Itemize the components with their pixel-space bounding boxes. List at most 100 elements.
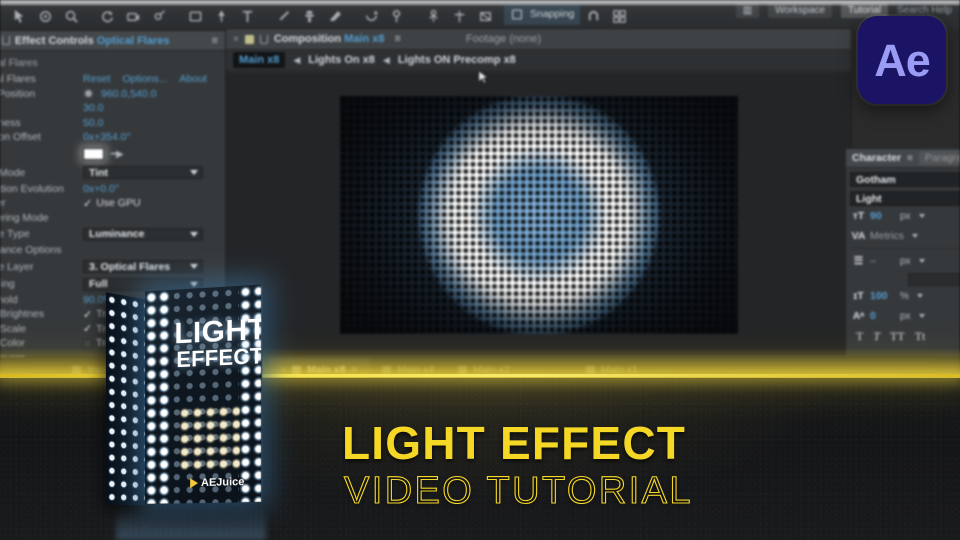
value-animation-evolution[interactable]: 0x+0.0° — [83, 183, 119, 195]
font-family-value: Gotham — [856, 173, 896, 186]
brand-name: AEJuice — [201, 476, 245, 490]
eyedropper-icon[interactable]: ━▶ — [111, 149, 124, 160]
mouse-cursor-icon — [478, 70, 488, 84]
mask-rect-tool-icon[interactable] — [182, 6, 208, 26]
font-style-dropdown[interactable]: Light ▼ — [850, 191, 960, 206]
font-size-row: ᴛT 90 px — [846, 206, 960, 226]
close-icon[interactable]: × — [233, 34, 239, 45]
workspace-label[interactable]: Workspace — [768, 3, 832, 18]
roto-brush-tool-icon[interactable] — [358, 6, 384, 26]
about-link[interactable]: About — [179, 73, 206, 85]
breadcrumb-item-lights-on-precomp-x8[interactable]: Lights ON Precomp x8 — [398, 54, 516, 66]
chevron-down-icon[interactable] — [918, 314, 925, 318]
row-animation-evolution: Animation Evolution 0x+0.0° — [0, 182, 225, 197]
snapping-toggle[interactable]: Snapping — [504, 3, 581, 25]
panel-menu-icon[interactable]: ≡ — [907, 153, 913, 164]
chevron-down-icon[interactable] — [911, 234, 918, 238]
value-rotation-offset[interactable]: 0x+354.0° — [83, 131, 131, 143]
font-size-value[interactable]: 90 — [870, 210, 896, 222]
breadcrumb-item-main-x8[interactable]: Main x8 — [233, 52, 286, 68]
type-tool-icon[interactable] — [234, 6, 260, 26]
reset-link[interactable]: Reset — [83, 73, 110, 85]
magnet-icon[interactable] — [580, 6, 606, 26]
zoom-tool-icon[interactable] — [58, 6, 84, 26]
baseline-shift-value[interactable]: 0 — [870, 310, 896, 322]
tab-footage[interactable]: Footage (none) — [466, 33, 541, 45]
workspace-icon-chip[interactable]: ▥ — [735, 3, 760, 18]
composition-tabbar: × Composition Main x8 ≡ Footage (none) — [226, 29, 851, 50]
pen-tool-icon[interactable] — [208, 6, 234, 26]
row-use-gpu: Render ✓ Use GPU — [0, 196, 225, 211]
lock-icon[interactable] — [259, 34, 268, 44]
camera-tool-icon[interactable] — [120, 6, 146, 26]
baseline-shift-row: Aᵃ 0 px — [846, 306, 960, 326]
all-caps-button[interactable]: TT — [890, 329, 905, 344]
position-picker-icon[interactable] — [83, 88, 94, 100]
chevron-down-icon[interactable] — [918, 259, 925, 263]
after-effects-logo: Ae — [858, 16, 946, 104]
options-link[interactable]: Options... — [122, 73, 167, 85]
label-rotation-offset: Rotation Offset — [0, 131, 41, 144]
character-tab[interactable]: Character — [852, 152, 901, 164]
breadcrumb-item-lights-on-x8[interactable]: Lights On x8 — [308, 54, 375, 66]
eraser-tool-icon[interactable] — [322, 6, 348, 26]
selection-tool-icon[interactable] — [6, 6, 32, 26]
row-rendering-mode: Rendering Mode — [0, 211, 225, 226]
dropdown-color-mode[interactable]: Tint — [83, 166, 203, 179]
row-source-type: Source Type Luminance — [0, 225, 225, 243]
tab-composition[interactable]: Composition Main x8 — [274, 33, 385, 45]
dropdown-source-type[interactable]: Luminance — [83, 227, 203, 241]
paragraph-tab[interactable]: Paragraph — [918, 151, 960, 165]
dropdown-source-layer[interactable]: 3. Optical Flares — [83, 260, 203, 273]
front-led-warm-cluster — [178, 404, 240, 473]
effect-controls-header: × Effect Controls Optical Flares ≡ — [0, 31, 225, 51]
align-icon[interactable] — [446, 6, 472, 26]
vertical-scale-icon: ɪT — [853, 290, 864, 302]
panel-menu-icon[interactable]: ≡ — [212, 35, 219, 47]
value-scale[interactable]: 30.0 — [83, 102, 103, 114]
kerning-value[interactable]: Metrics — [870, 230, 904, 242]
brush-tool-icon[interactable] — [270, 6, 296, 26]
hand-tool-icon[interactable] — [32, 6, 58, 26]
font-family-dropdown[interactable]: Gotham ▼ — [850, 172, 960, 187]
shy-layers-icon[interactable] — [472, 6, 498, 26]
checkbox-use-gpu[interactable]: ✓ Use GPU — [83, 197, 141, 210]
label-color: Color — [0, 148, 83, 160]
value-source-type: Luminance — [89, 228, 145, 240]
row-flare-position: Flare Position 960.0,540.0 — [0, 87, 225, 102]
character-panel-header: Character ≡ Paragraph — [846, 149, 960, 168]
fill-stroke-bar[interactable] — [908, 273, 960, 286]
kerning-icon: VA — [851, 230, 866, 242]
puppet-pin-tool-icon[interactable] — [384, 6, 410, 26]
rotation-tool-icon[interactable] — [94, 6, 120, 26]
row-rotation-offset: Rotation Offset 0x+354.0° — [0, 130, 225, 145]
faux-italic-button[interactable]: T — [873, 329, 880, 344]
value-flare-position[interactable]: 960.0,540.0 — [101, 88, 156, 100]
panel-menu-icon[interactable]: ≡ — [394, 33, 401, 45]
effect-controls-panel-label: Effect Controls — [14, 34, 94, 47]
value-brightness[interactable]: 50.0 — [83, 117, 103, 129]
lock-icon[interactable] — [1, 36, 10, 45]
faux-bold-button[interactable]: T — [856, 329, 863, 344]
anchor-point-icon[interactable] — [420, 6, 446, 26]
kerning-row: VA Metrics — [846, 226, 960, 246]
label-scale: Scale — [0, 102, 83, 114]
label-track-brightness: Track Brightnes — [0, 308, 45, 321]
pan-behind-tool-icon[interactable] — [146, 6, 172, 26]
grid-icon[interactable] — [606, 6, 632, 26]
leading-icon: ☰ — [853, 255, 864, 267]
label-animation-evolution: Animation Evolution — [0, 182, 64, 195]
label-track-scale: Track Scale — [0, 322, 27, 335]
small-caps-button[interactable]: Tt — [915, 329, 926, 344]
chevron-down-icon[interactable] — [918, 214, 925, 218]
row-luminance-options: Luminance Options — [0, 243, 225, 258]
font-style-buttons: T T TT Tt — [846, 326, 960, 344]
product-box-spine — [105, 292, 146, 506]
composition-viewer[interactable] — [226, 72, 851, 357]
search-help-input[interactable]: Search Help — [897, 5, 952, 16]
clone-stamp-tool-icon[interactable] — [296, 6, 322, 26]
vertical-scale-value[interactable]: 100 — [870, 290, 896, 302]
color-swatch[interactable] — [83, 148, 104, 160]
chevron-down-icon[interactable] — [916, 294, 923, 298]
leading-value[interactable]: – — [870, 255, 896, 267]
